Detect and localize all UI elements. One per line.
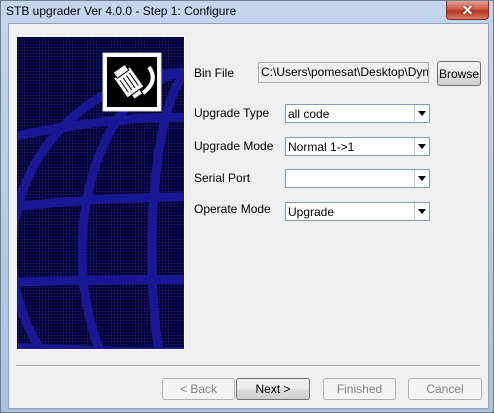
chevron-down-icon[interactable]	[414, 203, 429, 220]
bin-file-field[interactable]: C:\Users\pomesat\Desktop\Dyna-	[258, 62, 429, 83]
window-title: STB upgrader Ver 4.0.0 - Step 1: Configu…	[6, 4, 237, 18]
side-panel-frame	[17, 37, 185, 350]
globe-graphic	[17, 52, 184, 349]
upgrade-mode-select[interactable]: Normal 1->1	[285, 137, 430, 156]
back-button[interactable]: < Back	[162, 378, 235, 400]
operate-mode-select[interactable]: Upgrade	[285, 202, 430, 221]
operate-mode-label: Operate Mode	[194, 202, 271, 216]
operate-mode-value: Upgrade	[288, 205, 335, 219]
title-bar[interactable]: STB upgrader Ver 4.0.0 - Step 1: Configu…	[1, 1, 493, 22]
wizard-client-area: Bin File C:\Users\pomesat\Desktop\Dyna- …	[8, 23, 489, 409]
chevron-down-icon[interactable]	[414, 138, 429, 155]
browse-button[interactable]: Browse	[437, 61, 481, 86]
upgrade-type-label: Upgrade Type	[194, 106, 270, 120]
serial-port-select[interactable]	[285, 169, 430, 188]
upgrade-type-value: all code	[288, 107, 330, 121]
chevron-down-icon[interactable]	[414, 105, 429, 122]
cancel-button[interactable]: Cancel	[408, 378, 482, 400]
wizard-window: STB upgrader Ver 4.0.0 - Step 1: Configu…	[0, 0, 494, 413]
network-cable-icon	[102, 52, 162, 112]
footer-separator	[16, 365, 480, 367]
chevron-down-icon[interactable]	[414, 170, 429, 187]
upgrade-mode-label: Upgrade Mode	[194, 139, 274, 153]
close-icon: ✕	[461, 2, 474, 18]
upgrade-mode-value: Normal 1->1	[288, 140, 355, 154]
serial-port-label: Serial Port	[194, 171, 251, 185]
finished-button[interactable]: Finished	[323, 378, 396, 400]
globe-side-image	[17, 37, 184, 349]
upgrade-type-select[interactable]: all code	[285, 104, 430, 123]
bin-file-label: Bin File	[194, 66, 235, 80]
close-button[interactable]: ✕	[446, 1, 489, 20]
next-button[interactable]: Next >	[236, 378, 310, 400]
